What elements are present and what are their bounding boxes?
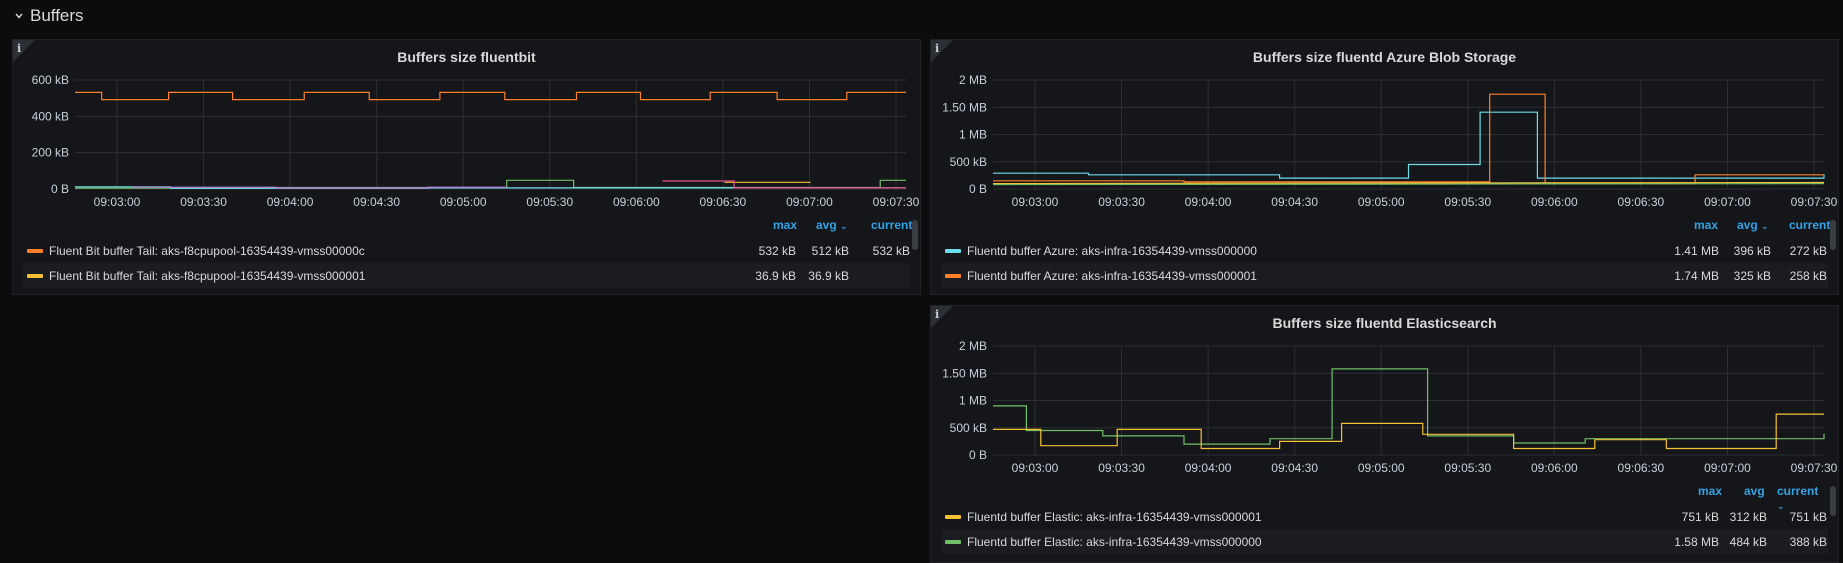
legend-row[interactable]: Fluent Bit buffer Tail: aks-f8cpupool-16… [23,263,910,288]
x-tick-label: 09:07:30 [1791,195,1838,209]
x-tick-label: 09:04:30 [353,195,400,209]
y-tick-label: 1 MB [959,128,987,142]
series-name[interactable]: Fluentd buffer Elastic: aks-infra-163544… [967,510,1262,524]
x-tick-label: 09:03:00 [1012,195,1059,209]
series-line [993,413,1824,450]
x-tick-label: 09:05:00 [1358,195,1405,209]
series-line [75,91,906,101]
sort-chevron-icon: ⌄ [840,221,848,231]
x-tick-label: 09:04:00 [1185,195,1232,209]
series-color-swatch[interactable] [945,514,961,519]
series-name[interactable]: Fluentd buffer Azure: aks-infra-16354439… [967,269,1257,283]
legend-header-avg[interactable]: avg ⌄ [816,218,848,236]
y-tick-label: 200 kB [32,146,69,160]
x-tick-label: 09:06:30 [1618,461,1665,475]
x-tick-label: 09:06:00 [613,195,660,209]
legend-row[interactable]: Fluentd buffer Azure: aks-infra-16354439… [941,263,1828,288]
series-color-swatch[interactable] [945,273,961,278]
value-avg: 36.9 kB [808,268,849,283]
x-tick-label: 09:05:00 [440,195,487,209]
legend-header-max[interactable]: max [1698,484,1722,502]
sort-chevron-icon: ⌄ [1761,221,1769,231]
panel-buffers-size-fluentbit: i Buffers size fluentbit 0 B 200 kB 400 kB… [12,39,921,295]
value-current: 258 kB [1789,268,1827,283]
y-tick-label: 500 kB [950,421,987,435]
y-tick-label: 600 kB [32,73,69,87]
panel-buffers-size-azure-blob: i Buffers size fluentd Azure Blob Storag… [930,39,1839,295]
chart-elasticsearch[interactable]: 0 B 500 kB 1 MB 1.50 MB 2 MB 09:03:00 09:03:30… [931,306,1839,486]
x-tick-label: 09:03:00 [94,195,141,209]
series-color-swatch[interactable] [27,248,43,253]
y-tick-label: 500 kB [950,155,987,169]
legend-row[interactable]: Fluentd buffer Elastic: aks-infra-163544… [941,504,1828,529]
x-tick-label: 09:07:30 [873,195,920,209]
x-tick-label: 09:07:00 [1704,461,1751,475]
x-tick-label: 09:05:00 [1358,461,1405,475]
y-tick-label: 1 MB [959,394,987,408]
x-tick-label: 09:03:30 [180,195,227,209]
series-color-swatch[interactable] [945,248,961,253]
x-tick-label: 09:03:00 [1012,461,1059,475]
series-line [993,111,1825,179]
x-tick-label: 09:07:00 [1704,195,1751,209]
legend-row[interactable]: Fluent Bit buffer Tail: aks-f8cpupool-16… [23,238,910,263]
y-tick-label: 0 B [969,448,987,462]
legend-header-max[interactable]: max [1694,218,1718,236]
series-color-swatch[interactable] [27,273,43,278]
row-title: Buffers [30,6,84,25]
series-name[interactable]: Fluentd buffer Azure: aks-infra-16354439… [967,244,1257,258]
x-tick-label: 09:07:30 [1791,461,1838,475]
legend-scrollbar[interactable] [1830,486,1836,516]
value-current: 388 kB [1789,534,1827,549]
series-name[interactable]: Fluent Bit buffer Tail: aks-f8cpupool-16… [49,269,365,283]
series-line [132,186,507,189]
x-tick-label: 09:04:00 [267,195,314,209]
x-tick-label: 09:06:00 [1531,461,1578,475]
x-tick-label: 09:05:30 [1444,461,1491,475]
x-tick-label: 09:05:30 [526,195,573,209]
row-header-buffers[interactable]: Buffers [14,4,84,28]
x-tick-label: 09:04:30 [1271,195,1318,209]
legend-scrollbar[interactable] [912,220,918,250]
x-tick-label: 09:04:30 [1271,461,1318,475]
series-color-swatch[interactable] [945,539,961,544]
value-current: 532 kB [872,243,910,258]
legend-row[interactable]: Fluentd buffer Azure: aks-infra-16354439… [941,238,1828,263]
y-tick-label: 1.50 MB [942,366,987,380]
legend-header-current[interactable]: current [1789,218,1830,236]
y-tick-label: 0 B [969,182,987,196]
y-tick-label: 2 MB [959,73,987,87]
y-tick-label: 1.50 MB [942,100,987,114]
x-tick-label: 09:07:00 [786,195,833,209]
panel-buffers-size-elasticsearch: i Buffers size fluentd Elasticsearch 0 B… [930,305,1839,563]
legend-header-avg[interactable]: avg [1744,484,1765,502]
y-tick-label: 2 MB [959,339,987,353]
x-tick-label: 09:03:30 [1098,461,1145,475]
x-tick-label: 09:06:30 [700,195,747,209]
legend-header-current[interactable]: current ⌄ [1777,484,1828,511]
y-tick-label: 0 B [51,182,69,196]
legend-scrollbar[interactable] [1830,220,1836,250]
series-name[interactable]: Fluent Bit buffer Tail: aks-f8cpupool-16… [49,244,365,258]
value-current: 272 kB [1789,243,1827,258]
x-tick-label: 09:04:00 [1185,461,1232,475]
legend-header-current[interactable]: current [871,218,912,236]
chart-azure-blob[interactable]: 0 B 500 kB 1 MB 1.50 MB 2 MB 09:03:00 09:03:30… [931,40,1839,220]
x-tick-label: 09:05:30 [1444,195,1491,209]
x-tick-label: 09:06:00 [1531,195,1578,209]
series-name[interactable]: Fluentd buffer Elastic: aks-infra-163544… [967,535,1262,549]
chart-fluentbit[interactable]: 0 B 200 kB 400 kB 600 kB 09:03:00 09:03:30 09:… [13,40,921,220]
y-tick-label: 400 kB [32,109,69,123]
value-current: 751 kB [1789,509,1827,524]
x-tick-label: 09:06:30 [1618,195,1665,209]
legend-row[interactable]: Fluentd buffer Elastic: aks-infra-163544… [941,529,1828,554]
legend-header-max[interactable]: max [773,218,797,236]
chevron-down-icon [15,13,23,19]
legend-header-avg[interactable]: avg ⌄ [1737,218,1769,236]
x-tick-label: 09:03:30 [1098,195,1145,209]
